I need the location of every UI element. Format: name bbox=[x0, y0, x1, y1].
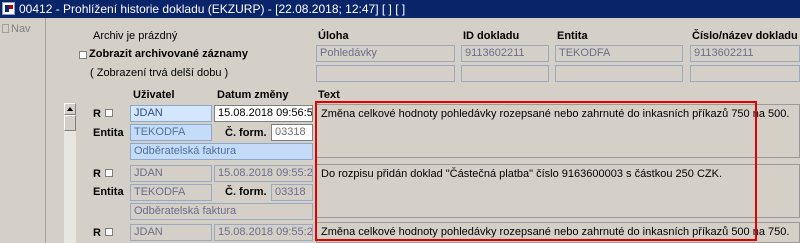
row3-date-field[interactable]: 15.08.2018 09:55:22 bbox=[214, 224, 313, 241]
row1-entity-field[interactable]: TEKODFA bbox=[130, 124, 212, 141]
row2-form-no-field[interactable]: 03318 bbox=[271, 184, 313, 201]
row3-user-field[interactable]: JDAN bbox=[130, 224, 212, 241]
row1-text-field[interactable]: Změna celkové hodnoty pohledávky rozepsa… bbox=[316, 104, 800, 158]
row2-cform-label: Č. form. bbox=[225, 186, 267, 198]
row2-doc-type-field[interactable]: Odběratelská faktura bbox=[130, 203, 313, 220]
header-entity-field[interactable]: TEKODFA bbox=[555, 45, 683, 62]
header-doc-id-field-2[interactable] bbox=[461, 65, 549, 82]
header-doc-name-field-2[interactable] bbox=[690, 65, 800, 82]
row1-user-field[interactable]: JDAN bbox=[130, 105, 212, 122]
header-task-field[interactable]: Pohledávky bbox=[316, 45, 455, 62]
column-text-header: Text bbox=[318, 89, 340, 101]
row1-entity-label: Entita bbox=[93, 127, 124, 139]
row2-entity-field[interactable]: TEKODFA bbox=[130, 184, 212, 201]
scroll-track[interactable] bbox=[64, 115, 76, 243]
header-task-label: Úloha bbox=[318, 30, 349, 42]
app-icon bbox=[2, 2, 15, 15]
scroll-thumb[interactable] bbox=[64, 115, 76, 131]
header-entity-field-2[interactable] bbox=[555, 65, 683, 82]
row1-cform-label: Č. form. bbox=[225, 127, 267, 139]
row2-user-field[interactable]: JDAN bbox=[130, 165, 212, 182]
row2-date-field[interactable]: 15.08.2018 09:55:22 bbox=[214, 165, 313, 182]
header-doc-id-label: ID dokladu bbox=[463, 30, 520, 42]
row2-entity-label: Entita bbox=[93, 186, 124, 198]
row1-r-label: R bbox=[93, 108, 101, 120]
row1-r-checkbox[interactable] bbox=[105, 109, 113, 117]
header-doc-name-label: Číslo/název dokladu bbox=[692, 30, 798, 42]
scroll-up-icon[interactable] bbox=[64, 103, 76, 115]
header-doc-name-field[interactable]: 9113602211 bbox=[690, 45, 800, 62]
nav-strip: Nav bbox=[0, 18, 46, 243]
row2-r-label: R bbox=[93, 168, 101, 180]
nav-icon bbox=[2, 24, 9, 33]
row3-r-label: R bbox=[93, 227, 101, 239]
row2-text-field[interactable]: Do rozpisu přidán doklad "Částečná platb… bbox=[316, 164, 800, 218]
header-task-field-2[interactable] bbox=[316, 65, 455, 82]
nav-button[interactable]: Nav bbox=[2, 23, 31, 35]
row3-r-checkbox[interactable] bbox=[105, 228, 113, 236]
row2-r-checkbox[interactable] bbox=[105, 169, 113, 177]
header-entity-label: Entita bbox=[557, 30, 588, 42]
window-title: 00412 - Prohlížení historie dokladu (EKZ… bbox=[19, 2, 406, 16]
window-title-bar: 00412 - Prohlížení historie dokladu (EKZ… bbox=[0, 0, 800, 18]
row1-form-no-field[interactable]: 03318 bbox=[271, 124, 313, 141]
archive-status: Archiv je prázdný bbox=[93, 30, 178, 42]
column-user-header: Uživatel bbox=[133, 89, 175, 101]
row1-date-field[interactable]: 15.08.2018 09:56:50 bbox=[214, 105, 313, 122]
column-date-header: Datum změny bbox=[217, 89, 289, 101]
nav-label: Nav bbox=[11, 23, 31, 35]
grid-scrollbar[interactable] bbox=[64, 103, 76, 243]
row3-text-field[interactable]: Změna celkové hodnoty pohledávky rozepsa… bbox=[316, 222, 800, 243]
show-archived-note: ( Zobrazení trvá delší dobu ) bbox=[90, 67, 229, 79]
show-archived-checkbox[interactable] bbox=[79, 51, 87, 59]
row1-doc-type-field[interactable]: Odběratelská faktura bbox=[130, 143, 313, 160]
show-archived-label: Zobrazit archivované záznamy bbox=[89, 48, 248, 60]
header-doc-id-field[interactable]: 9113602211 bbox=[461, 45, 549, 62]
